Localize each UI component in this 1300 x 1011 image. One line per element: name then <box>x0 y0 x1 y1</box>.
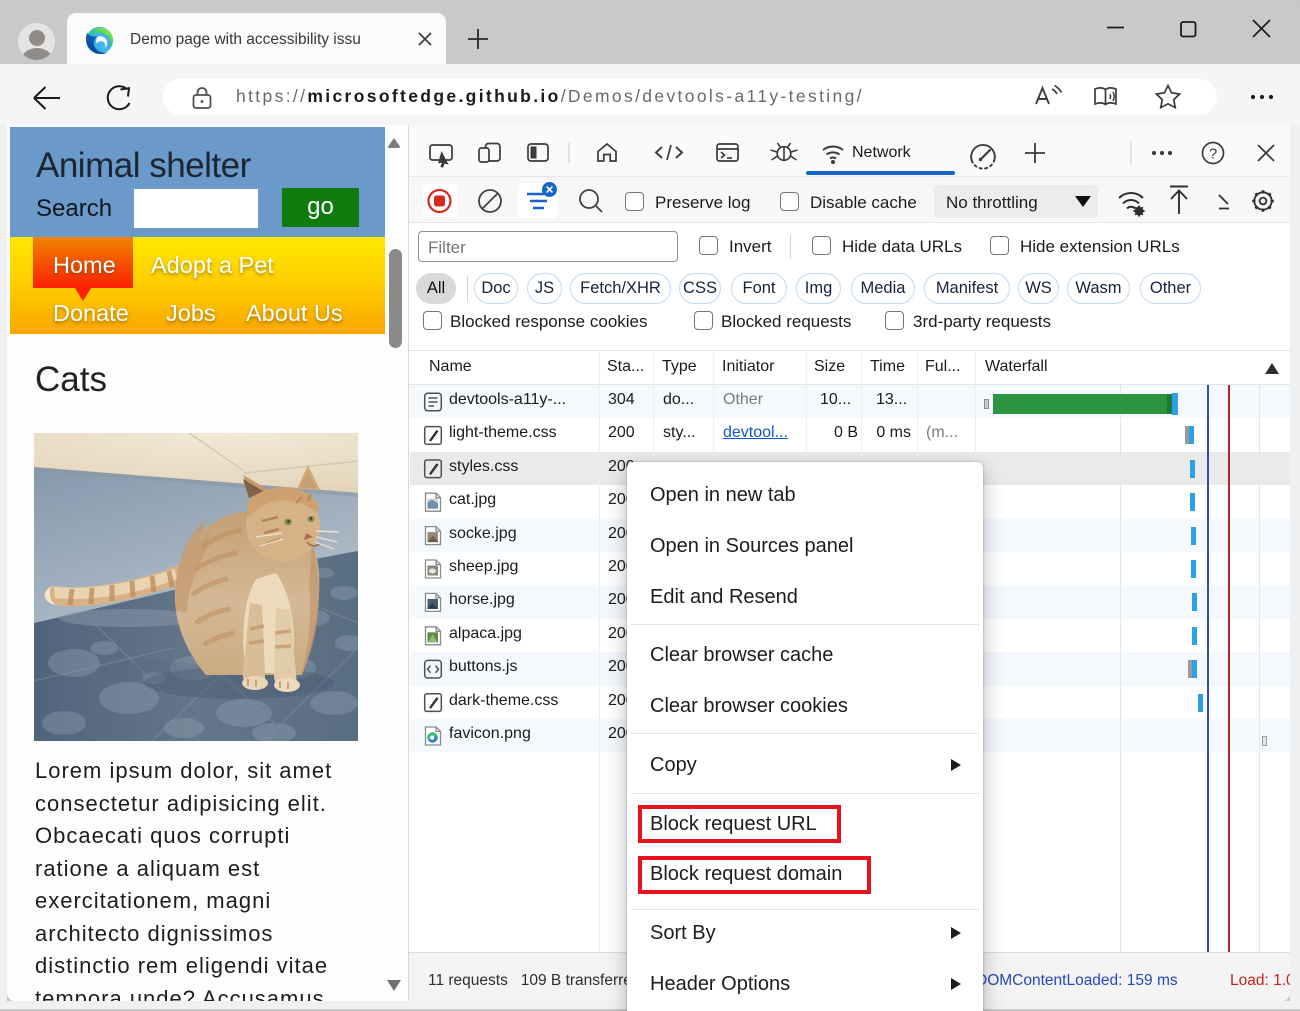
svg-text:?: ? <box>1209 146 1217 163</box>
